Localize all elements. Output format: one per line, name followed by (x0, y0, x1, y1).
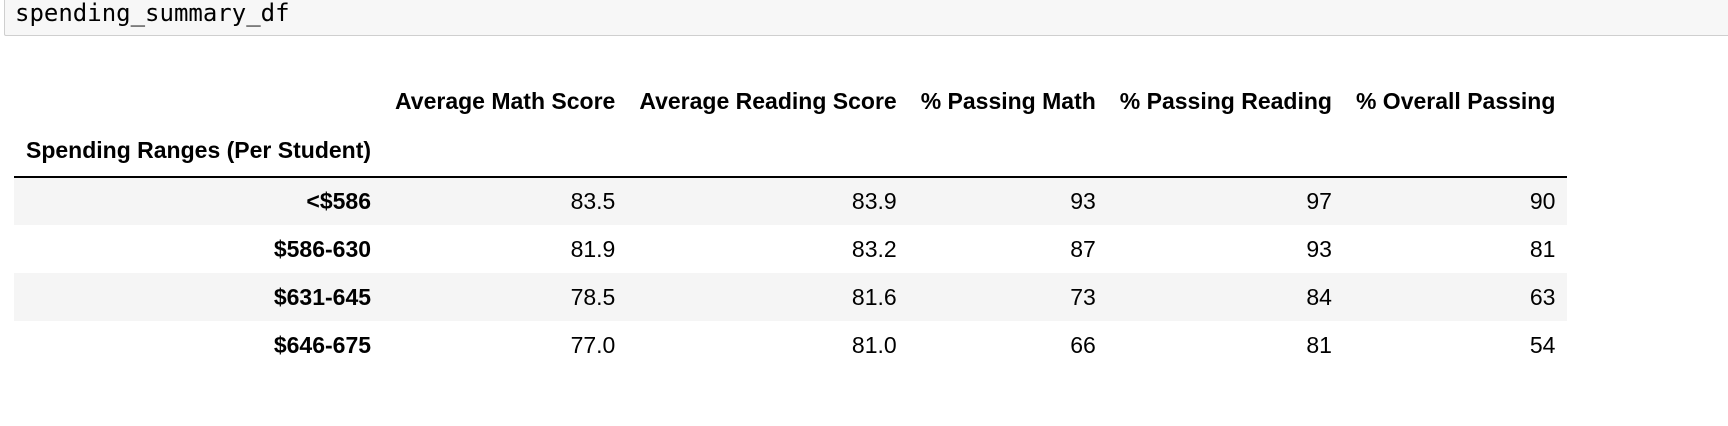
table-cell: 90 (1529, 188, 1556, 214)
table-cell: 93 (1070, 188, 1096, 214)
row-index: $631-645 (273, 283, 372, 310)
blank-header-cell (383, 124, 627, 177)
table-row: $631-645 78.5 81.6 73 84 63 (14, 273, 1568, 321)
code-cell-text: spending_summary_df (15, 0, 290, 27)
blank-header-cell (627, 124, 908, 177)
row-index: $586-630 (273, 235, 372, 262)
table-cell: 87 (1070, 235, 1096, 262)
table-row: $586-630 81.9 83.2 87 93 81 (14, 225, 1567, 273)
table-cell: 83.2 (851, 235, 897, 262)
column-header: % Overall Passing (1355, 87, 1556, 114)
table-cell: 63 (1529, 283, 1556, 310)
column-header: Average Reading Score (639, 87, 897, 114)
column-header: % Passing Math (920, 87, 1096, 114)
code-cell-input[interactable]: spending_summary_df (4, 0, 1728, 36)
table-cell: 81.9 (570, 235, 616, 262)
table-cell: 81 (1529, 235, 1556, 262)
table-cell: 81 (1306, 331, 1332, 358)
index-name-row: Spending Ranges (Per Student) (14, 124, 1568, 177)
row-index: <$586 (306, 188, 372, 214)
table-cell: 97 (1306, 188, 1332, 214)
cell-output: Average Math Score Average Reading Score… (14, 78, 1568, 369)
table-cell: 81.6 (851, 283, 897, 310)
table-cell: 84 (1306, 283, 1332, 310)
table-cell: 78.5 (570, 283, 616, 310)
column-header: Average Math Score (395, 87, 616, 114)
table-cell: 81.0 (851, 331, 897, 358)
index-name-header: Spending Ranges (Per Student) (26, 136, 372, 163)
table-cell: 54 (1529, 331, 1556, 358)
blank-header-cell (14, 78, 383, 124)
column-header-row: Average Math Score Average Reading Score… (14, 78, 1567, 124)
blank-header-cell (1108, 124, 1344, 177)
table-cell: 77.0 (570, 331, 616, 358)
table-cell: 66 (1070, 331, 1096, 358)
table-cell: 93 (1306, 235, 1332, 262)
blank-header-cell (1344, 124, 1567, 177)
table-row: $646-675 77.0 81.0 66 81 54 (14, 321, 1567, 369)
table-row: <$586 83.5 83.9 93 97 90 (14, 177, 1568, 225)
column-header: % Passing Reading (1119, 87, 1332, 114)
table-cell: 83.5 (570, 188, 616, 214)
blank-header-cell (909, 124, 1108, 177)
table-cell: 73 (1070, 283, 1096, 310)
dataframe-table: Average Math Score Average Reading Score… (14, 78, 1568, 369)
table-cell: 83.9 (851, 188, 897, 214)
row-index: $646-675 (273, 331, 372, 358)
